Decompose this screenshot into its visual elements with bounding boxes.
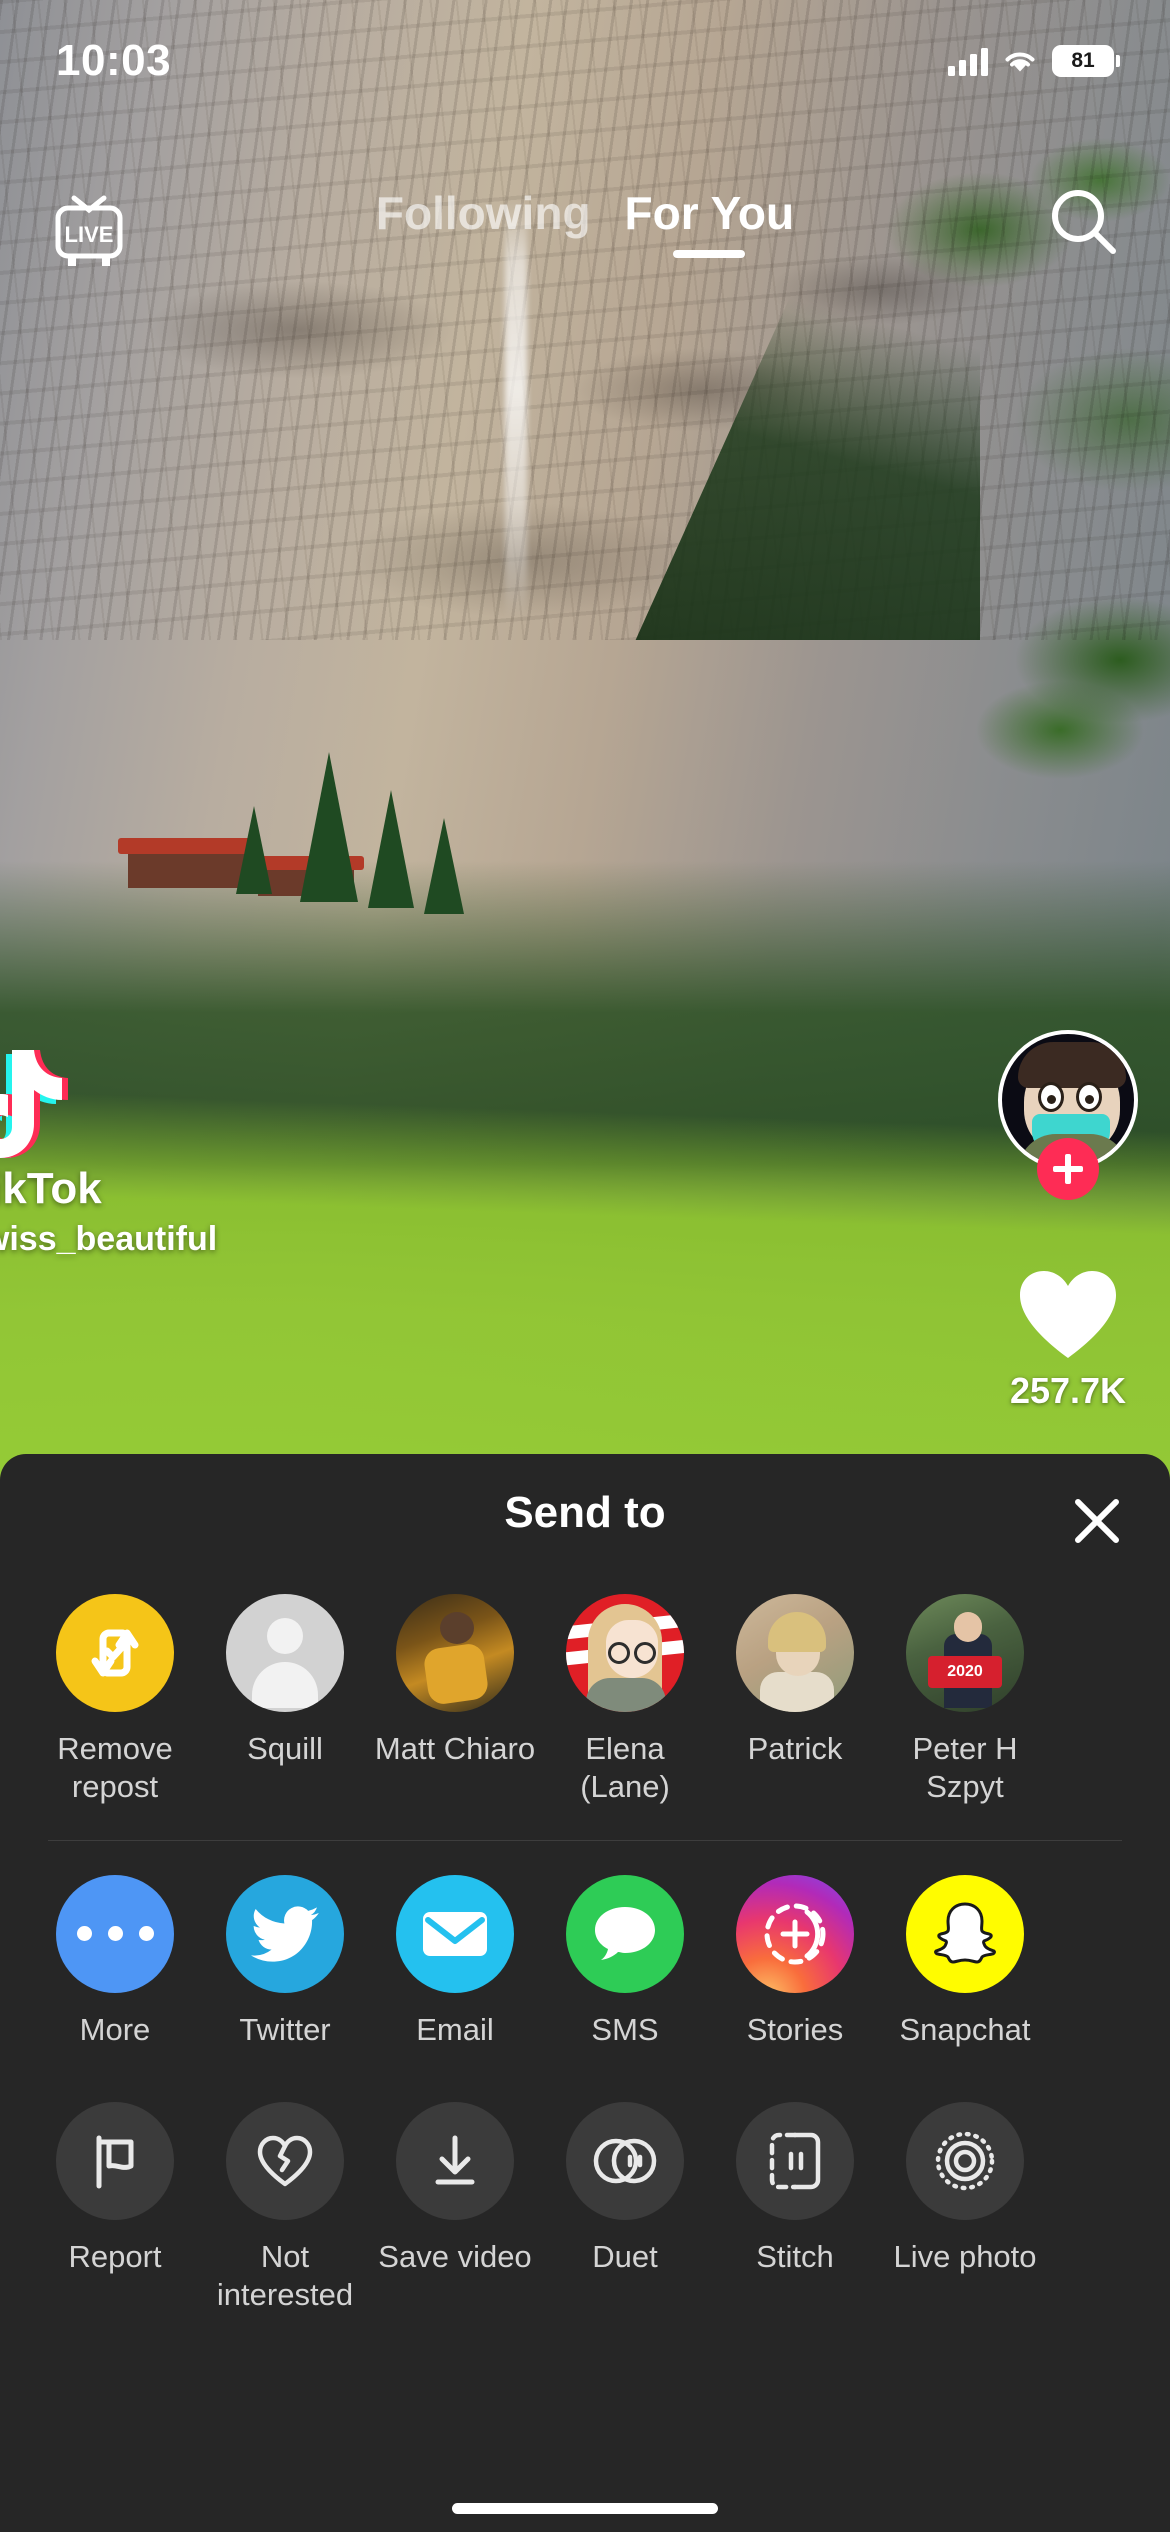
tiktok-note-icon xyxy=(0,1050,68,1158)
contact-avatar xyxy=(736,1594,854,1712)
share-target-squill[interactable]: Squill xyxy=(200,1594,370,1768)
battery-level: 81 xyxy=(1071,49,1095,72)
share-target-patrick[interactable]: Patrick xyxy=(710,1594,880,1768)
action-label: Save video xyxy=(378,2239,532,2275)
cabin xyxy=(128,848,246,888)
share-app-label: More xyxy=(79,2011,151,2047)
repost-icon xyxy=(56,1594,174,1712)
action-not-interested[interactable]: Not interested xyxy=(200,2102,370,2314)
duet-circles-icon xyxy=(566,2102,684,2221)
close-icon[interactable] xyxy=(1070,1494,1124,1548)
action-report[interactable]: Report xyxy=(30,2102,200,2276)
like-count: 257.7K xyxy=(1009,1370,1127,1411)
action-stitch[interactable]: Stitch xyxy=(710,2102,880,2276)
share-app-email[interactable]: Email xyxy=(370,1874,540,2049)
flag-icon xyxy=(56,2102,174,2221)
default-avatar xyxy=(226,1594,344,1712)
share-target-peter-h-szpyt[interactable]: 2020 Peter H Szpyt xyxy=(880,1594,1050,1806)
more-dots-icon xyxy=(56,1874,174,1993)
tiktok-watermark: TikTok swiss_beautiful xyxy=(0,1040,217,1259)
instagram-stories-icon xyxy=(736,1874,854,1993)
share-target-label: Squill xyxy=(247,1731,323,1766)
twitter-bird-icon xyxy=(226,1874,344,1993)
share-app-sms[interactable]: SMS xyxy=(540,1874,710,2049)
share-sheet-title: Send to xyxy=(504,1488,666,1537)
sheet-divider xyxy=(48,1839,1122,1841)
home-indicator xyxy=(452,2503,718,2514)
action-label: Stitch xyxy=(756,2239,834,2275)
contacts-row[interactable]: Remove repost Squill Matt Chiaro Elena (… xyxy=(0,1594,1170,1806)
share-target-matt-chiaro[interactable]: Matt Chiaro xyxy=(370,1594,540,1768)
contact-avatar: 2020 xyxy=(906,1594,1024,1712)
envelope-icon xyxy=(396,1874,514,1993)
share-app-twitter[interactable]: Twitter xyxy=(200,1874,370,2049)
avatar-eye-left xyxy=(1038,1082,1064,1112)
sign-year: 2020 xyxy=(928,1656,1002,1688)
share-app-label: Snapchat xyxy=(899,2011,1031,2047)
heart-icon xyxy=(1020,1271,1116,1358)
share-target-remove-repost[interactable]: Remove repost xyxy=(30,1594,200,1806)
search-icon[interactable] xyxy=(1046,184,1122,260)
share-app-label: Stories xyxy=(746,2011,844,2047)
action-label: Duet xyxy=(592,2239,658,2275)
contact-avatar xyxy=(396,1594,514,1712)
broken-heart-icon xyxy=(226,2102,344,2221)
tiktok-for-you-screen: 10:03 81 LIVE Following For You 257.7K k… xyxy=(0,0,1170,2532)
share-target-label: Remove repost xyxy=(57,1731,173,1804)
tab-following[interactable]: Following xyxy=(376,186,591,260)
status-icons: 81 xyxy=(948,33,1120,77)
battery-icon: 81 xyxy=(1052,45,1120,77)
action-label: Not interested xyxy=(216,2239,354,2313)
download-icon xyxy=(396,2102,514,2221)
stitch-frame-icon xyxy=(736,2102,854,2221)
top-navigation: LIVE Following For You xyxy=(0,170,1170,290)
feed-tabs: Following For You xyxy=(0,186,1170,260)
speech-bubble-icon xyxy=(566,1874,684,1993)
avatar-eye-right xyxy=(1076,1082,1102,1112)
video-action-rail: 257.7K xyxy=(998,1030,1138,1412)
share-target-label: Elena (Lane) xyxy=(580,1731,670,1804)
share-target-label: Patrick xyxy=(747,1731,843,1766)
action-duet[interactable]: Duet xyxy=(540,2102,710,2276)
contact-avatar xyxy=(566,1594,684,1712)
share-target-label: Peter H Szpyt xyxy=(912,1731,1018,1804)
tree xyxy=(300,752,358,902)
plus-icon[interactable] xyxy=(1037,1138,1099,1200)
action-label: Live photo xyxy=(893,2239,1037,2275)
like-button[interactable]: 257.7K xyxy=(998,1266,1138,1412)
wifi-icon xyxy=(1002,47,1038,75)
cabin-roof xyxy=(118,838,258,854)
share-sheet-header: Send to xyxy=(0,1454,1170,1572)
author-avatar-button[interactable] xyxy=(998,1030,1138,1200)
apps-row[interactable]: More Twitter Email SMS Stories Snapchat xyxy=(0,1874,1170,2049)
share-target-label: Matt Chiaro xyxy=(374,1731,536,1766)
tab-for-you[interactable]: For You xyxy=(625,186,795,260)
action-live-photo[interactable]: Live photo xyxy=(880,2102,1050,2276)
watermark-username: swiss_beautiful xyxy=(0,1220,218,1258)
avatar-hair xyxy=(1018,1042,1126,1088)
tree xyxy=(424,818,464,914)
share-app-label: Email xyxy=(416,2011,494,2047)
snapchat-ghost-icon xyxy=(906,1874,1024,1993)
status-bar: 10:03 81 xyxy=(0,0,1170,110)
share-app-snapchat[interactable]: Snapchat xyxy=(880,1874,1050,2049)
share-app-more[interactable]: More xyxy=(30,1874,200,2049)
share-app-label: Twitter xyxy=(239,2011,331,2047)
share-app-stories[interactable]: Stories xyxy=(710,1874,880,2049)
status-clock: 10:03 xyxy=(56,36,172,85)
share-sheet: Send to Remove repost Squill Matt Chiaro… xyxy=(0,1454,1170,2532)
action-label: Report xyxy=(68,2239,162,2275)
action-save-video[interactable]: Save video xyxy=(370,2102,540,2276)
live-photo-icon xyxy=(906,2102,1024,2221)
share-target-elena-lane[interactable]: Elena (Lane) xyxy=(540,1594,710,1806)
watermark-brand: TikTok xyxy=(0,1164,102,1213)
actions-row[interactable]: Report Not interested Save video Duet St… xyxy=(0,2102,1170,2314)
cellular-bars-icon xyxy=(948,46,988,76)
tree xyxy=(368,790,414,908)
share-app-label: SMS xyxy=(591,2011,659,2047)
